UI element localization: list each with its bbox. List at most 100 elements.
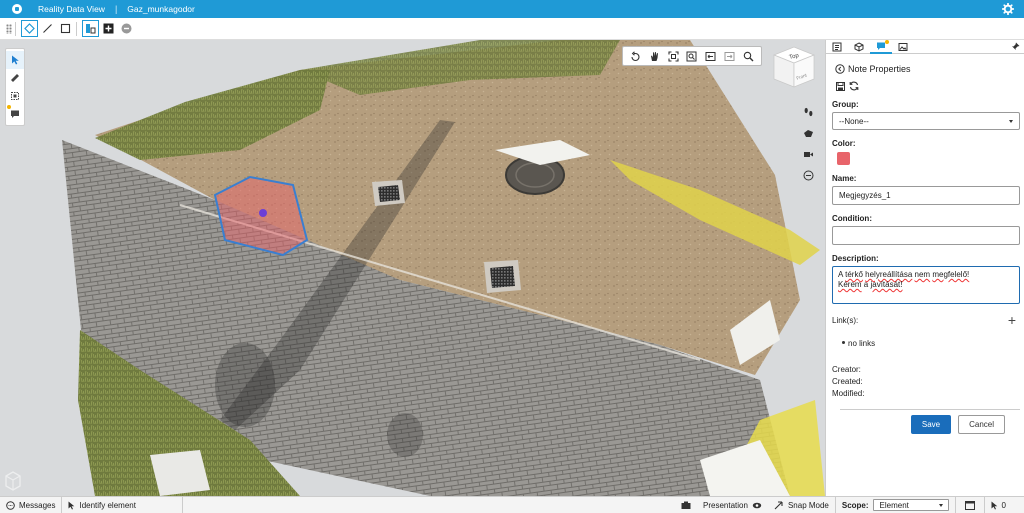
message-bubble-icon: [6, 500, 15, 510]
panel-tabs: [826, 39, 1024, 54]
scope-select[interactable]: Element: [872, 499, 949, 511]
draw-line-button[interactable]: [40, 21, 55, 36]
view-cube[interactable]: Top Front: [772, 45, 816, 89]
presentation-icon: [681, 501, 691, 509]
note-tool-badge: [7, 105, 11, 109]
scope-control: Scope: Element: [836, 497, 955, 513]
fit-view-icon: [668, 50, 679, 62]
chevron-down-icon: [938, 504, 943, 507]
viewport-corner-icon: [5, 471, 21, 491]
app-logo-icon: [12, 4, 22, 14]
save-note-button[interactable]: [835, 81, 845, 91]
messages-button[interactable]: Messages: [0, 497, 61, 513]
pan-button[interactable]: [647, 49, 661, 63]
select-tool[interactable]: [6, 51, 24, 69]
navigation-toolbar: [622, 46, 762, 66]
presentation-icon-button[interactable]: [675, 497, 697, 513]
description-textarea[interactable]: A térkő helyreállítása nem megfelelő! Kér…: [832, 266, 1020, 304]
properties-sheet-icon: [832, 42, 842, 51]
3d-viewport[interactable]: [0, 40, 825, 496]
note-tool[interactable]: [6, 105, 24, 123]
eye-slash-icon: [752, 502, 762, 508]
fit-view-button[interactable]: [666, 49, 680, 63]
description-text: nem: [914, 270, 931, 279]
measure-tool[interactable]: [6, 69, 24, 87]
back-arrow-icon[interactable]: [835, 64, 845, 74]
scope-select-value: Element: [879, 500, 909, 510]
panel-header: Note Properties: [826, 54, 1024, 74]
presentation-button[interactable]: Presentation: [697, 497, 768, 513]
zoom-out-icon: [803, 170, 813, 180]
condition-input[interactable]: [832, 226, 1020, 245]
window-button[interactable]: [956, 497, 984, 513]
modified-label: Modified:: [832, 389, 865, 398]
rectangle-button[interactable]: [58, 21, 73, 36]
camera-fly-icon: [803, 129, 813, 137]
pan-hand-icon: [650, 51, 658, 61]
links-row: Link(s): +: [826, 304, 1024, 327]
section-button[interactable]: [82, 20, 99, 37]
group-select-value: --None--: [839, 116, 869, 126]
walk-button[interactable]: [800, 104, 816, 120]
zoom-out-button[interactable]: [800, 167, 816, 183]
panel-actions: [826, 74, 1024, 91]
fly-button[interactable]: [800, 125, 816, 141]
main-toolbar: [0, 18, 1024, 40]
settings-gear-icon[interactable]: [1002, 3, 1014, 15]
zoom-magnifier-icon: [743, 51, 754, 61]
save-button[interactable]: Save: [910, 415, 952, 434]
cursor-icon: [991, 501, 997, 509]
description-text: térkő: [845, 270, 863, 279]
reality-mesh-scene[interactable]: [0, 40, 825, 496]
name-input[interactable]: Megjegyzés_1: [832, 186, 1020, 205]
add-link-button[interactable]: +: [1008, 313, 1016, 327]
title-separator: |: [114, 4, 118, 14]
grip-icon[interactable]: [6, 23, 12, 34]
tab-notes[interactable]: [870, 39, 892, 54]
clip-tool[interactable]: [6, 87, 24, 105]
created-label: Created:: [832, 377, 863, 386]
debris-white-4: [150, 450, 210, 496]
color-swatch[interactable]: [837, 152, 850, 165]
window-icon: [964, 500, 975, 510]
tab-images[interactable]: [892, 40, 914, 54]
pin-icon[interactable]: [1011, 42, 1020, 51]
view-redo-button[interactable]: [723, 49, 737, 63]
identify-element-button[interactable]: Identify element: [62, 497, 141, 513]
chevron-down-icon: [1009, 120, 1013, 123]
clip-box-icon: [11, 92, 19, 100]
zoom-button[interactable]: [741, 49, 755, 63]
video-camera-icon: [803, 151, 813, 157]
cubes-icon: [854, 41, 864, 52]
links-label: Link(s):: [832, 315, 859, 325]
tab-properties[interactable]: [826, 40, 848, 54]
figure-shadow-2: [387, 413, 423, 457]
refresh-button[interactable]: [849, 81, 859, 91]
note-marker-point[interactable]: [259, 209, 267, 217]
description-label: Description:: [832, 254, 879, 263]
snap-mode-button[interactable]: Snap Mode: [768, 497, 835, 513]
add-button[interactable]: [101, 21, 116, 36]
scope-label: Scope:: [841, 500, 869, 510]
notes-badge: [885, 39, 889, 44]
cancel-button[interactable]: Cancel: [958, 415, 1005, 434]
rectangle-icon: [60, 23, 71, 34]
draw-line-icon: [43, 24, 52, 33]
selection-count[interactable]: 0: [985, 497, 1024, 513]
cursor-icon: [68, 501, 75, 509]
camera-button[interactable]: [800, 146, 816, 162]
floppy-disk-icon: [835, 81, 845, 91]
description-text: helyreállítása: [865, 270, 913, 279]
selection-count-value: 0: [1001, 500, 1006, 510]
group-select[interactable]: --None--: [832, 112, 1020, 130]
view-undo-button[interactable]: [704, 49, 718, 63]
rotate-button[interactable]: [628, 49, 642, 63]
window-area-button[interactable]: [685, 49, 699, 63]
panel-title: Note Properties: [848, 64, 911, 74]
clear-button[interactable]: [119, 21, 134, 36]
tab-models[interactable]: [848, 40, 870, 54]
footsteps-icon: [804, 107, 812, 116]
figure-shadow: [215, 343, 275, 427]
snap-mode-label: Snap Mode: [787, 500, 829, 510]
select-point-button[interactable]: [21, 20, 38, 37]
